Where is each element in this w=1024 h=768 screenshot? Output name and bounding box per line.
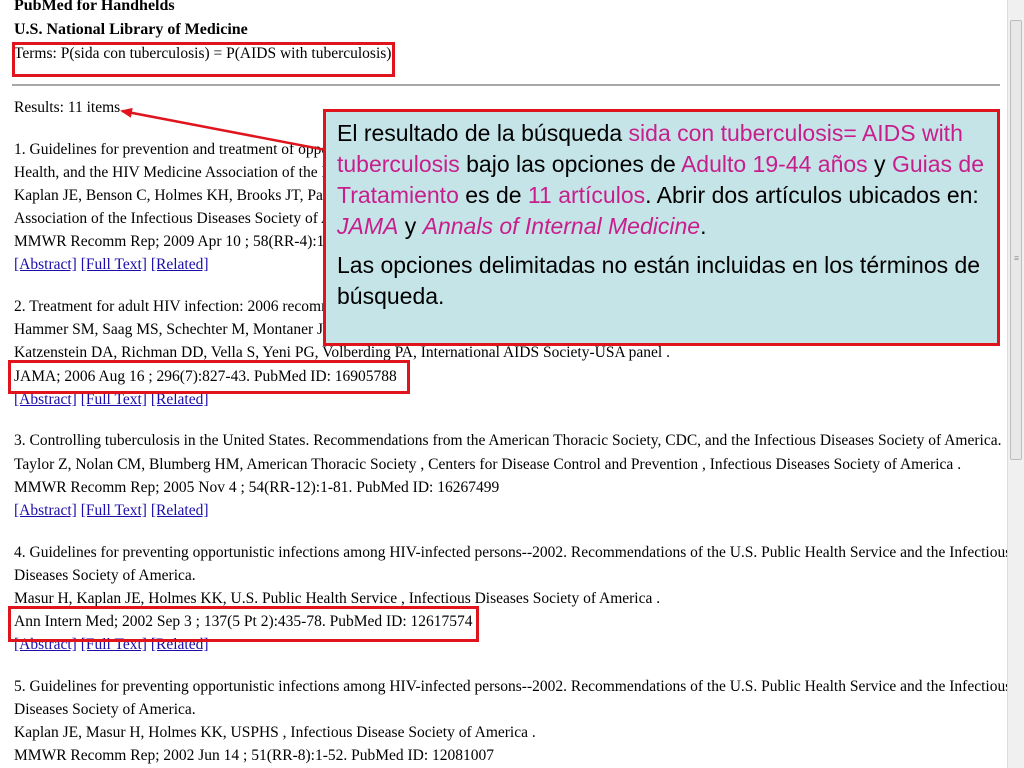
callout-paragraph-2: Las opciones delimitadas no están inclui…	[337, 252, 981, 309]
callout-paragraph-1: El resultado de la búsqueda sida con tub…	[337, 120, 984, 239]
vertical-scrollbar[interactable]: ≡	[1007, 0, 1024, 768]
scrollbar-thumb[interactable]: ≡	[1010, 20, 1022, 460]
annotation-callout: El resultado de la búsqueda sida con tub…	[323, 109, 1000, 346]
grip-icon: ≡	[1014, 253, 1020, 263]
